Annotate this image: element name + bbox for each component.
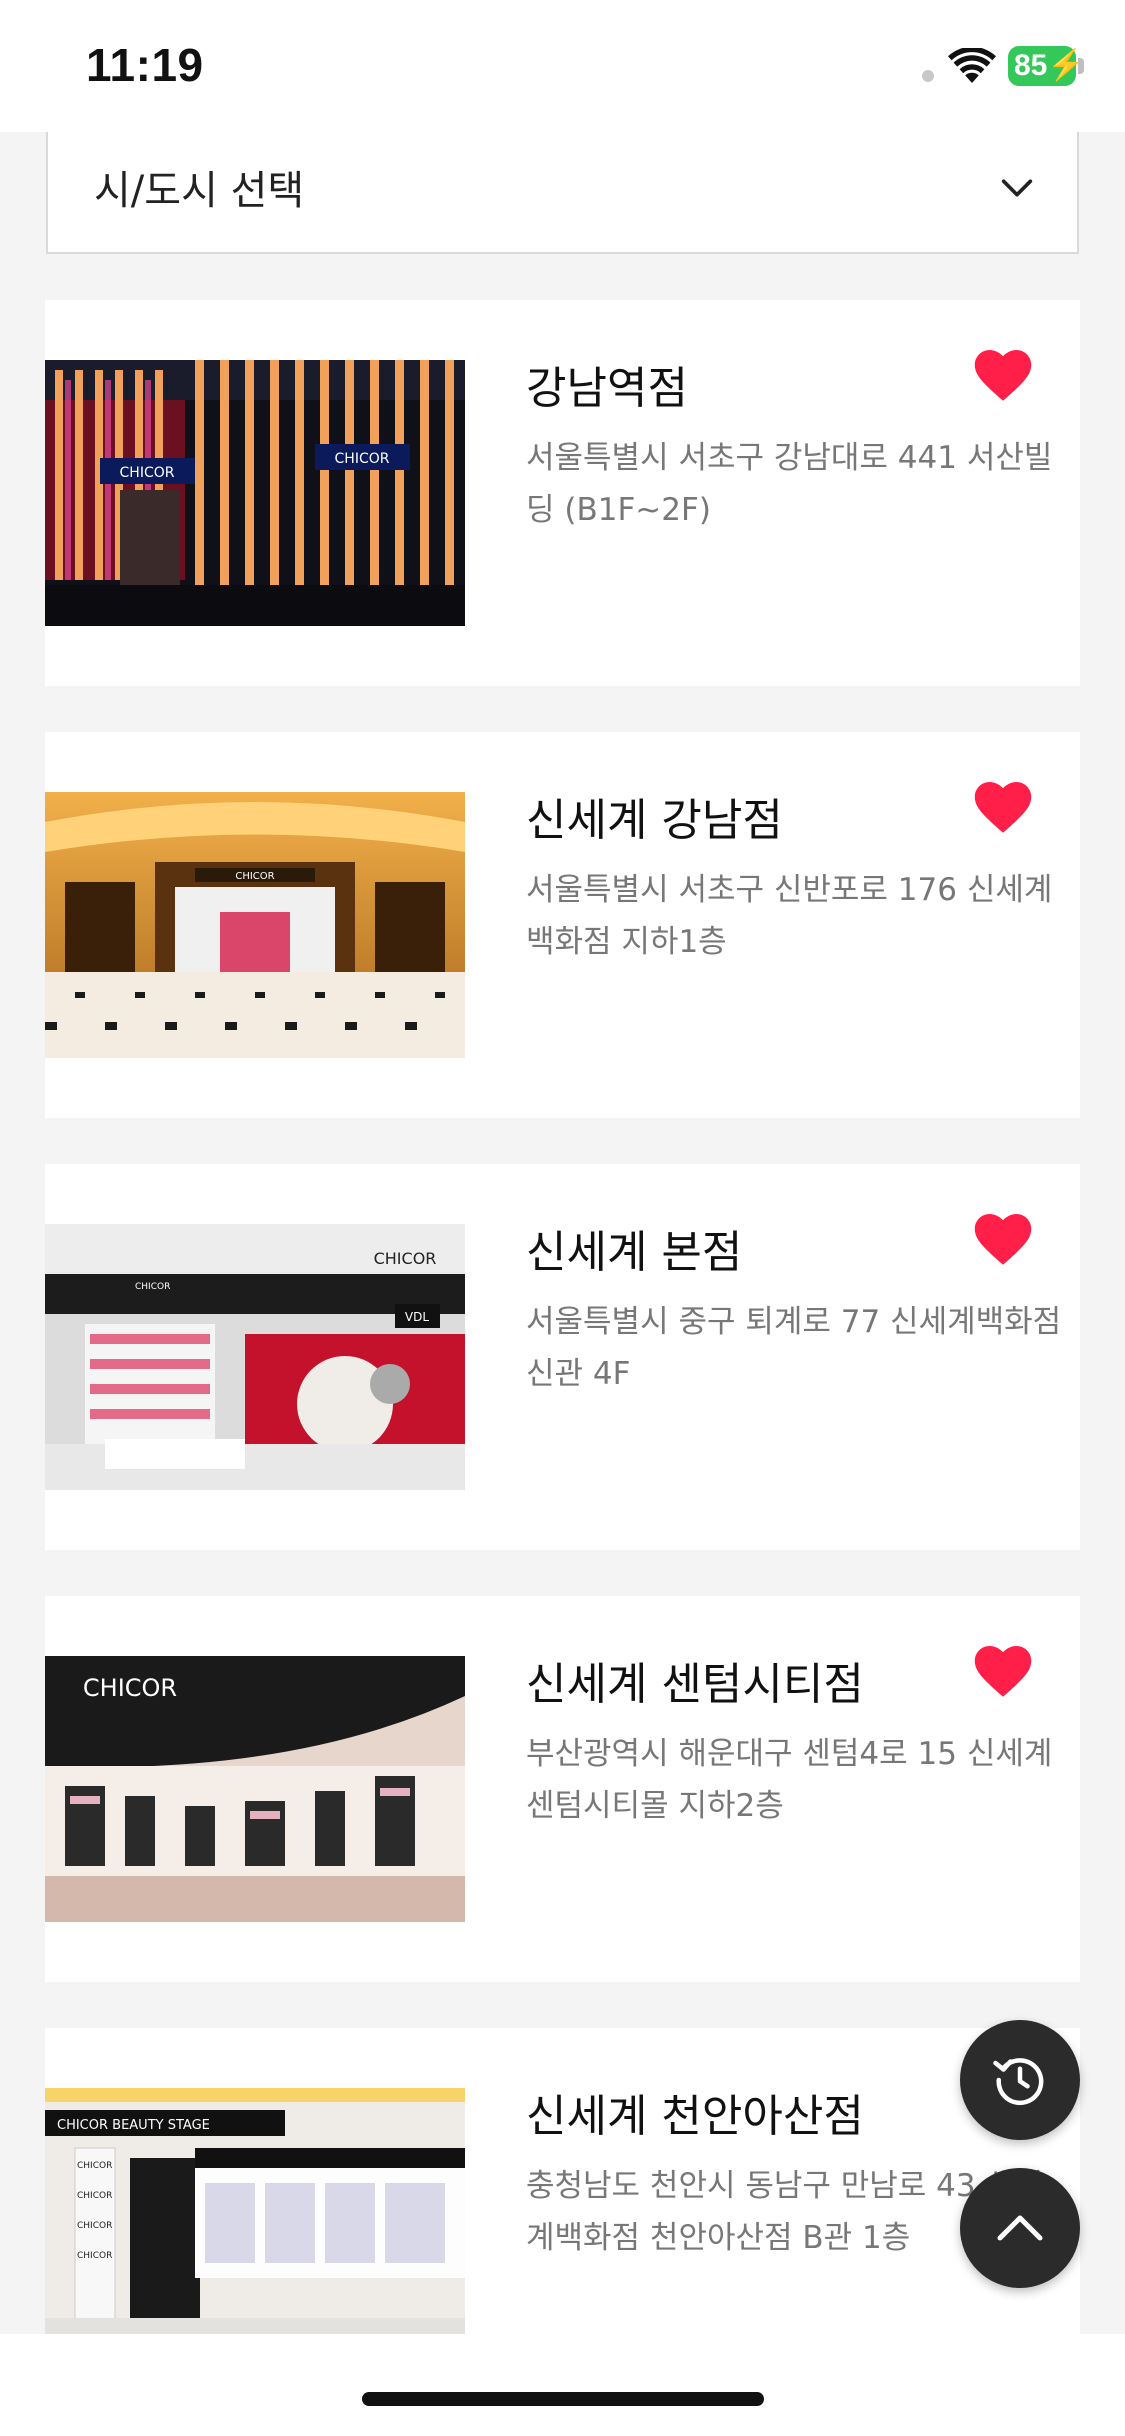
store-sign-text: CHICOR xyxy=(77,2221,112,2231)
store-address: 부산광역시 해운대구 센텀4로 15 신세계센텀시티몰 지하2층 xyxy=(526,1736,1053,1824)
heart-icon[interactable] xyxy=(973,348,1033,402)
store-address: 서울특별시 중구 퇴계로 77 신세계백화점 신관 4F xyxy=(526,1304,1062,1392)
store-photo: CHICOR CHICOR VDL xyxy=(45,1224,465,1490)
vdl-sign-text: VDL xyxy=(405,1310,429,1324)
store-sign-text: CHICOR xyxy=(83,1674,177,1702)
store-sign-text: CHICOR xyxy=(235,871,274,882)
store-name[interactable]: 신세계 센텀시티점 xyxy=(526,1648,864,1712)
store-photo: CHICOR BEAUTY STAGE CHICOR CHICOR CHICOR… xyxy=(45,2088,465,2354)
store-list: CHICOR CHICOR 강남역점 서울특별시 서초구 강남대로 441 서산… xyxy=(0,0,1125,2436)
store-sign-text: CHICOR xyxy=(77,2191,112,2201)
store-card[interactable]: CHICOR 신세계 강남점 서울특별시 서초구 신반포로 176 신세계 백화… xyxy=(45,732,1080,1118)
arrow-up-icon xyxy=(997,2215,1043,2241)
store-sign-text: CHICOR xyxy=(120,465,175,481)
store-address: 서울특별시 서초구 강남대로 441 서산빌딩 (B1F~2F) xyxy=(526,440,1053,528)
status-bar: 11:19 85⚡ xyxy=(0,0,1125,132)
store-name[interactable]: 신세계 강남점 xyxy=(526,784,783,848)
store-photo: CHICOR xyxy=(45,792,465,1058)
city-select-dropdown[interactable]: 시/도시 선택 xyxy=(46,132,1079,254)
store-sign-text: CHICOR xyxy=(135,1282,170,1292)
store-sign-text: CHICOR xyxy=(335,451,390,467)
store-name[interactable]: 신세계 본점 xyxy=(526,1216,742,1280)
wifi-icon xyxy=(948,48,996,83)
scroll-top-button[interactable] xyxy=(960,2168,1080,2288)
store-name[interactable]: 신세계 천안아산점 xyxy=(526,2080,864,2144)
privacy-indicator-dot xyxy=(922,70,934,82)
home-indicator[interactable] xyxy=(362,2392,764,2406)
battery-icon: 85⚡ xyxy=(1008,46,1085,86)
history-button[interactable] xyxy=(960,2020,1080,2140)
chevron-down-icon xyxy=(1001,179,1033,197)
store-sign-text: CHICOR xyxy=(374,1249,437,1268)
store-sign-text: CHICOR xyxy=(77,2251,112,2261)
store-photo: CHICOR xyxy=(45,1656,465,1922)
store-photo: CHICOR CHICOR xyxy=(45,360,465,626)
store-card[interactable]: CHICOR CHICOR 강남역점 서울특별시 서초구 강남대로 441 서산… xyxy=(45,300,1080,686)
store-card[interactable]: CHICOR CHICOR VDL 신세계 본점 서울특별시 중구 퇴계로 77… xyxy=(45,1164,1080,1550)
heart-icon[interactable] xyxy=(973,780,1033,834)
store-address: 서울특별시 서초구 신반포로 176 신세계 백화점 지하1층 xyxy=(526,872,1053,960)
store-sign-text: CHICOR xyxy=(77,2161,112,2171)
battery-level: 85⚡ xyxy=(1008,46,1085,86)
store-card[interactable]: CHICOR 신세계 센텀시티점 부산광역시 해운대구 센텀4로 15 신세계센… xyxy=(45,1596,1080,1982)
heart-icon[interactable] xyxy=(973,1644,1033,1698)
history-icon xyxy=(993,2058,1044,2106)
beauty-stage-text: CHICOR BEAUTY STAGE xyxy=(57,2118,210,2133)
city-select-label: 시/도시 선택 xyxy=(94,168,305,214)
status-time: 11:19 xyxy=(86,39,204,91)
heart-icon[interactable] xyxy=(973,1212,1033,1266)
home-bar-area xyxy=(0,2334,1125,2436)
store-name[interactable]: 강남역점 xyxy=(526,352,688,416)
